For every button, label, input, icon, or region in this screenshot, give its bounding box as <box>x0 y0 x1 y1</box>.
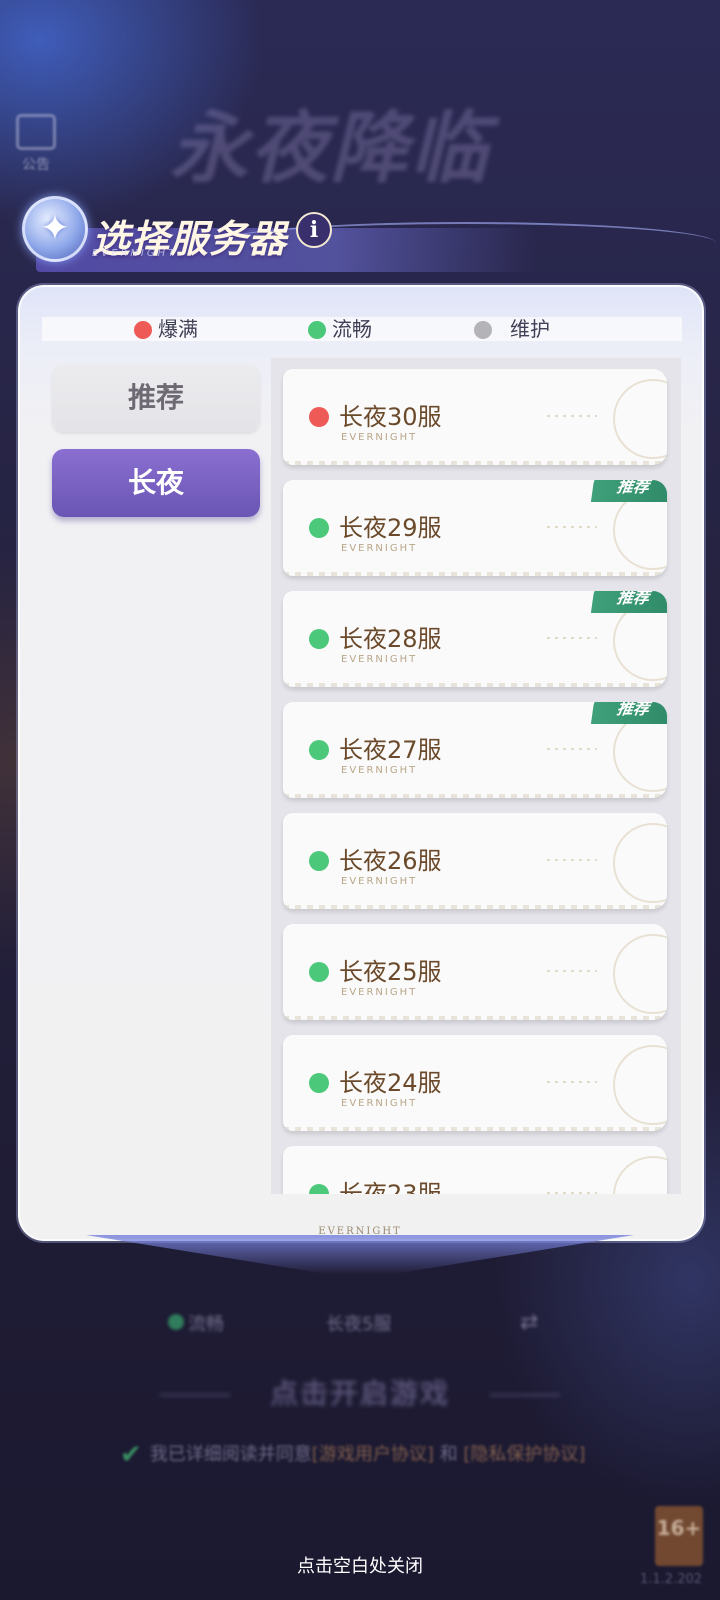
legend-label: 维护 <box>510 317 550 341</box>
server-name: 长夜24服 <box>339 1069 442 1097</box>
server-status-dot <box>309 629 329 649</box>
card-ornament-line <box>547 415 597 417</box>
tab-recommended[interactable]: 推荐 <box>52 364 260 432</box>
server-status-dot <box>309 518 329 538</box>
server-select-header: ✦ 选择服务器 i EVERNIGHT <box>16 192 720 292</box>
server-card[interactable]: 长夜24服 EVERNIGHT <box>283 1035 667 1131</box>
server-status-dot <box>168 1314 184 1330</box>
legend-dot-maintenance <box>474 321 492 339</box>
server-subtitle: EVERNIGHT <box>341 1098 418 1109</box>
legend-item-full: 爆满 <box>134 317 198 341</box>
server-subtitle: EVERNIGHT <box>341 654 418 665</box>
card-stripe <box>283 905 667 909</box>
card-ornament-line <box>547 748 597 750</box>
start-game-button: 点击开启游戏 <box>0 1372 720 1412</box>
card-stripe <box>283 1127 667 1131</box>
start-game-label: 点击开启游戏 <box>269 1377 450 1410</box>
divider <box>490 1394 560 1396</box>
star-emblem-icon: ✦ <box>22 196 88 262</box>
server-card[interactable]: 长夜28服 EVERNIGHT 推荐 <box>283 591 667 687</box>
recommended-badge: 推荐 <box>590 702 667 724</box>
server-name: 长夜30服 <box>339 403 442 431</box>
server-card[interactable]: 长夜30服 EVERNIGHT <box>283 369 667 465</box>
legend-item-smooth: 流畅 <box>308 317 372 341</box>
header-ribbon-line <box>216 222 716 264</box>
user-agreement-link: [游戏用户协议] <box>311 1444 434 1465</box>
card-ornament-icon <box>613 712 667 792</box>
card-ornament-icon <box>613 1045 667 1125</box>
server-status-dot <box>309 1184 329 1194</box>
tab-evernight[interactable]: 长夜 <box>52 449 260 517</box>
card-ornament-line <box>547 1192 597 1194</box>
server-card[interactable]: 长夜23服EVERNIGHT <box>283 1146 667 1194</box>
info-icon[interactable]: i <box>296 212 332 248</box>
server-list[interactable]: 长夜30服 EVERNIGHT 长夜29服 EVERNIGHT 推荐 长夜28服 EVERN… <box>271 358 681 1194</box>
card-ornament-icon <box>613 934 667 1014</box>
game-title-logo: 永夜降临 <box>170 103 491 194</box>
server-status-dot <box>309 1073 329 1093</box>
card-ornament-icon <box>613 823 667 903</box>
agreement-row: ✔ 我已详细阅读并同意[游戏用户协议] 和 [隐私保护协议] <box>120 1440 620 1470</box>
close-hint[interactable]: 点击空白处关闭 <box>0 1552 720 1578</box>
server-card[interactable]: 长夜29服 EVERNIGHT 推荐 <box>283 480 667 576</box>
server-subtitle: EVERNIGHT <box>341 543 418 554</box>
card-ornament-icon <box>613 379 667 459</box>
server-name: 长夜29服 <box>339 514 442 542</box>
divider <box>159 1394 230 1396</box>
server-name: 长夜23服 <box>339 1180 442 1194</box>
card-stripe <box>283 572 667 576</box>
legend-dot-full <box>134 321 152 339</box>
server-name: 长夜26服 <box>339 847 442 875</box>
server-subtitle: EVERNIGHT <box>341 765 418 776</box>
server-select-panel: 爆满 流畅 维护 推荐 长夜 长夜30服 EVERNIGHT 长夜29服 EVERNI… <box>18 285 704 1241</box>
card-ornament-line <box>547 970 597 972</box>
server-name: 长夜25服 <box>339 958 442 986</box>
card-stripe <box>283 683 667 687</box>
server-status-dot <box>309 740 329 760</box>
server-status-dot <box>309 962 329 982</box>
card-stripe <box>283 461 667 465</box>
server-card[interactable]: 长夜27服 EVERNIGHT 推荐 <box>283 702 667 798</box>
legend-item-maintenance: 维护 <box>474 317 550 341</box>
legend-dot-smooth <box>308 321 326 339</box>
card-ornament-icon <box>613 601 667 681</box>
status-legend: 爆满 流畅 维护 <box>42 317 682 341</box>
server-name: 长夜27服 <box>339 736 442 764</box>
agreement-prefix: 我已详细阅读并同意 <box>149 1444 312 1465</box>
header-brand: EVERNIGHT <box>92 248 178 259</box>
notice-icon <box>16 114 56 150</box>
card-ornament-icon <box>613 490 667 570</box>
recommended-badge: 推荐 <box>590 480 667 502</box>
recommended-badge: 推荐 <box>590 591 667 613</box>
server-subtitle: EVERNIGHT <box>341 432 418 443</box>
server-card[interactable]: 长夜25服 EVERNIGHT <box>283 924 667 1020</box>
agreement-and: 和 <box>439 1444 458 1465</box>
notice-label: 公告 <box>22 157 50 173</box>
card-ornament-line <box>547 1081 597 1083</box>
current-server-bar: 流畅 长夜5服 ⇄ <box>0 1308 720 1338</box>
current-server-name: 长夜5服 <box>326 1314 392 1335</box>
card-ornament-line <box>547 859 597 861</box>
notice-button[interactable]: 公告 <box>14 114 58 174</box>
server-status-text: 流畅 <box>188 1314 224 1335</box>
server-subtitle: EVERNIGHT <box>341 987 418 998</box>
card-stripe <box>283 794 667 798</box>
panel-footer-brand: EVERNIGHT <box>318 1226 402 1237</box>
server-status-dot <box>309 851 329 871</box>
legend-label: 爆满 <box>158 317 198 341</box>
card-stripe <box>283 1016 667 1020</box>
server-card[interactable]: 长夜26服 EVERNIGHT <box>283 813 667 909</box>
privacy-link: [隐私保护协议] <box>463 1444 586 1465</box>
server-status-dot <box>309 407 329 427</box>
legend-label: 流畅 <box>332 317 372 341</box>
card-ornament-line <box>547 526 597 528</box>
checkmark-icon: ✔ <box>120 1440 142 1470</box>
switch-server-icon: ⇄ <box>520 1310 539 1335</box>
server-subtitle: EVERNIGHT <box>341 876 418 887</box>
card-ornament-icon <box>613 1156 667 1194</box>
card-ornament-line <box>547 637 597 639</box>
server-name: 长夜28服 <box>339 625 442 653</box>
